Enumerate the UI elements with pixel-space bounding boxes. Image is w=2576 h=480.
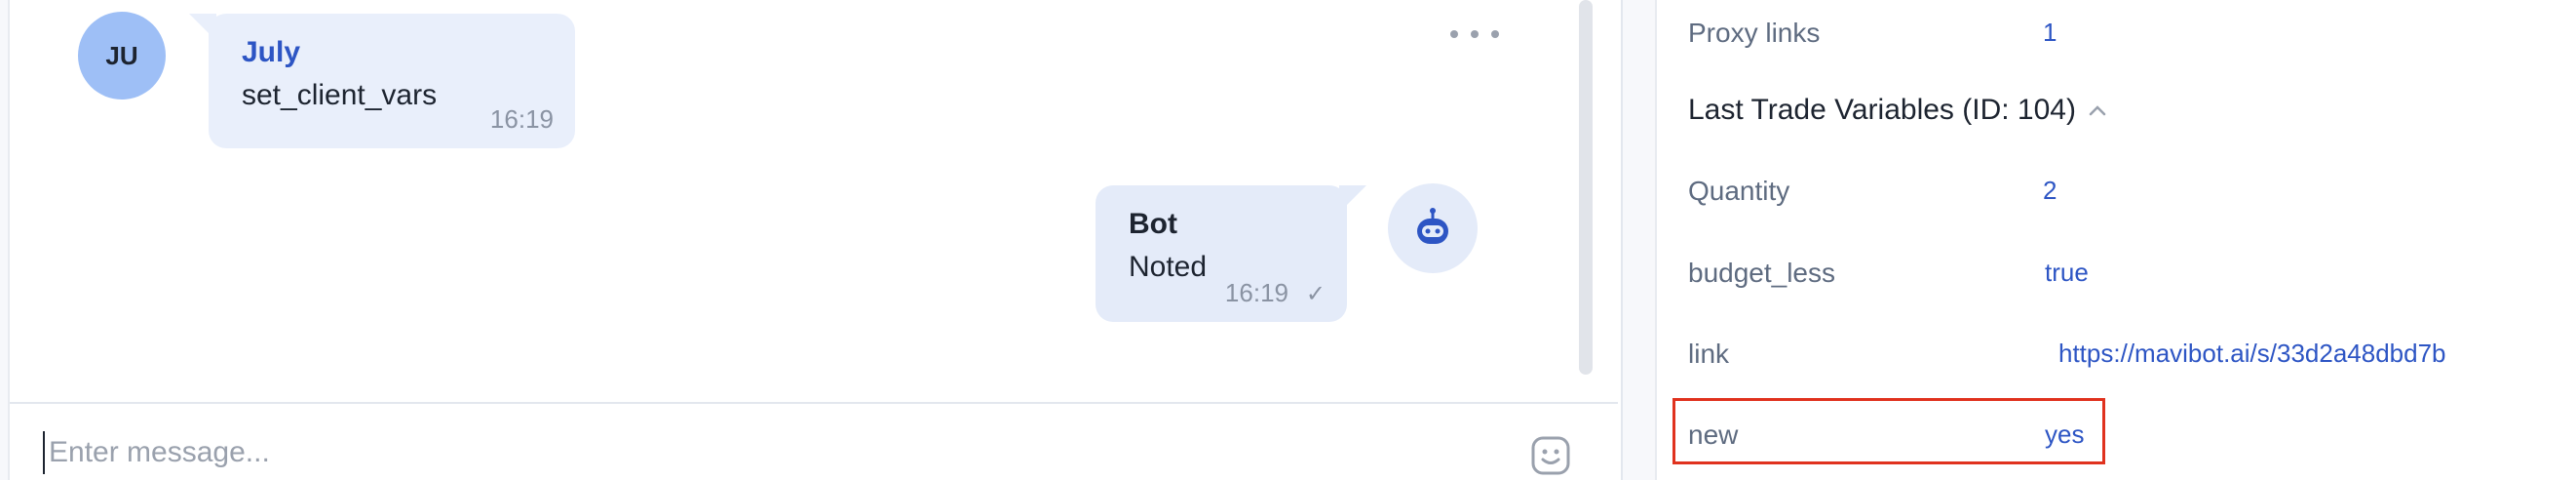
message-input[interactable] <box>43 431 1472 474</box>
variable-name: link <box>1688 339 1730 369</box>
message-composer <box>10 402 1618 480</box>
more-options-icon[interactable] <box>1450 20 1499 49</box>
bot-avatar <box>1388 183 1478 273</box>
info-label: Proxy links <box>1688 18 1821 48</box>
section-header[interactable]: Last Trade Variables (ID: 104) <box>1688 94 2107 127</box>
variable-name: Quantity <box>1688 176 1790 206</box>
chat-scrollbar[interactable] <box>1579 0 1593 375</box>
variable-value[interactable]: yes <box>2045 420 2084 450</box>
emoji-icon[interactable] <box>1530 435 1571 476</box>
chevron-up-icon[interactable] <box>2088 103 2107 117</box>
variable-name: budget_less <box>1688 258 1836 288</box>
divider <box>1623 0 1655 480</box>
avatar: JU <box>78 12 166 100</box>
outgoing-message: Bot Noted 16:19 ✓ <box>1096 185 1366 322</box>
info-value[interactable]: 1 <box>2043 18 2057 48</box>
sender-name[interactable]: July <box>242 35 542 70</box>
chat-pane: JU July set_client_vars 16:19 Bot Noted … <box>0 0 1623 480</box>
robot-icon <box>1417 208 1448 244</box>
message-time: 16:19 <box>1224 278 1288 307</box>
client-info-panel: Proxy links 1 Last Trade Variables (ID: … <box>1655 0 2576 480</box>
variable-link[interactable]: https://mavibot.ai/s/33d2a48dbd7b <box>2058 339 2446 369</box>
message-time: 16:19 <box>489 104 554 134</box>
variable-name: new <box>1688 420 1739 450</box>
sent-check-icon: ✓ <box>1305 281 1326 307</box>
variable-value[interactable]: true <box>2045 258 2089 288</box>
left-panel-edge <box>0 0 10 480</box>
incoming-message: July set_client_vars 16:19 <box>189 14 575 148</box>
variable-value[interactable]: 2 <box>2043 176 2057 206</box>
section-title: Last Trade Variables (ID: 104) <box>1688 94 2076 126</box>
sender-name: Bot <box>1129 208 1177 240</box>
